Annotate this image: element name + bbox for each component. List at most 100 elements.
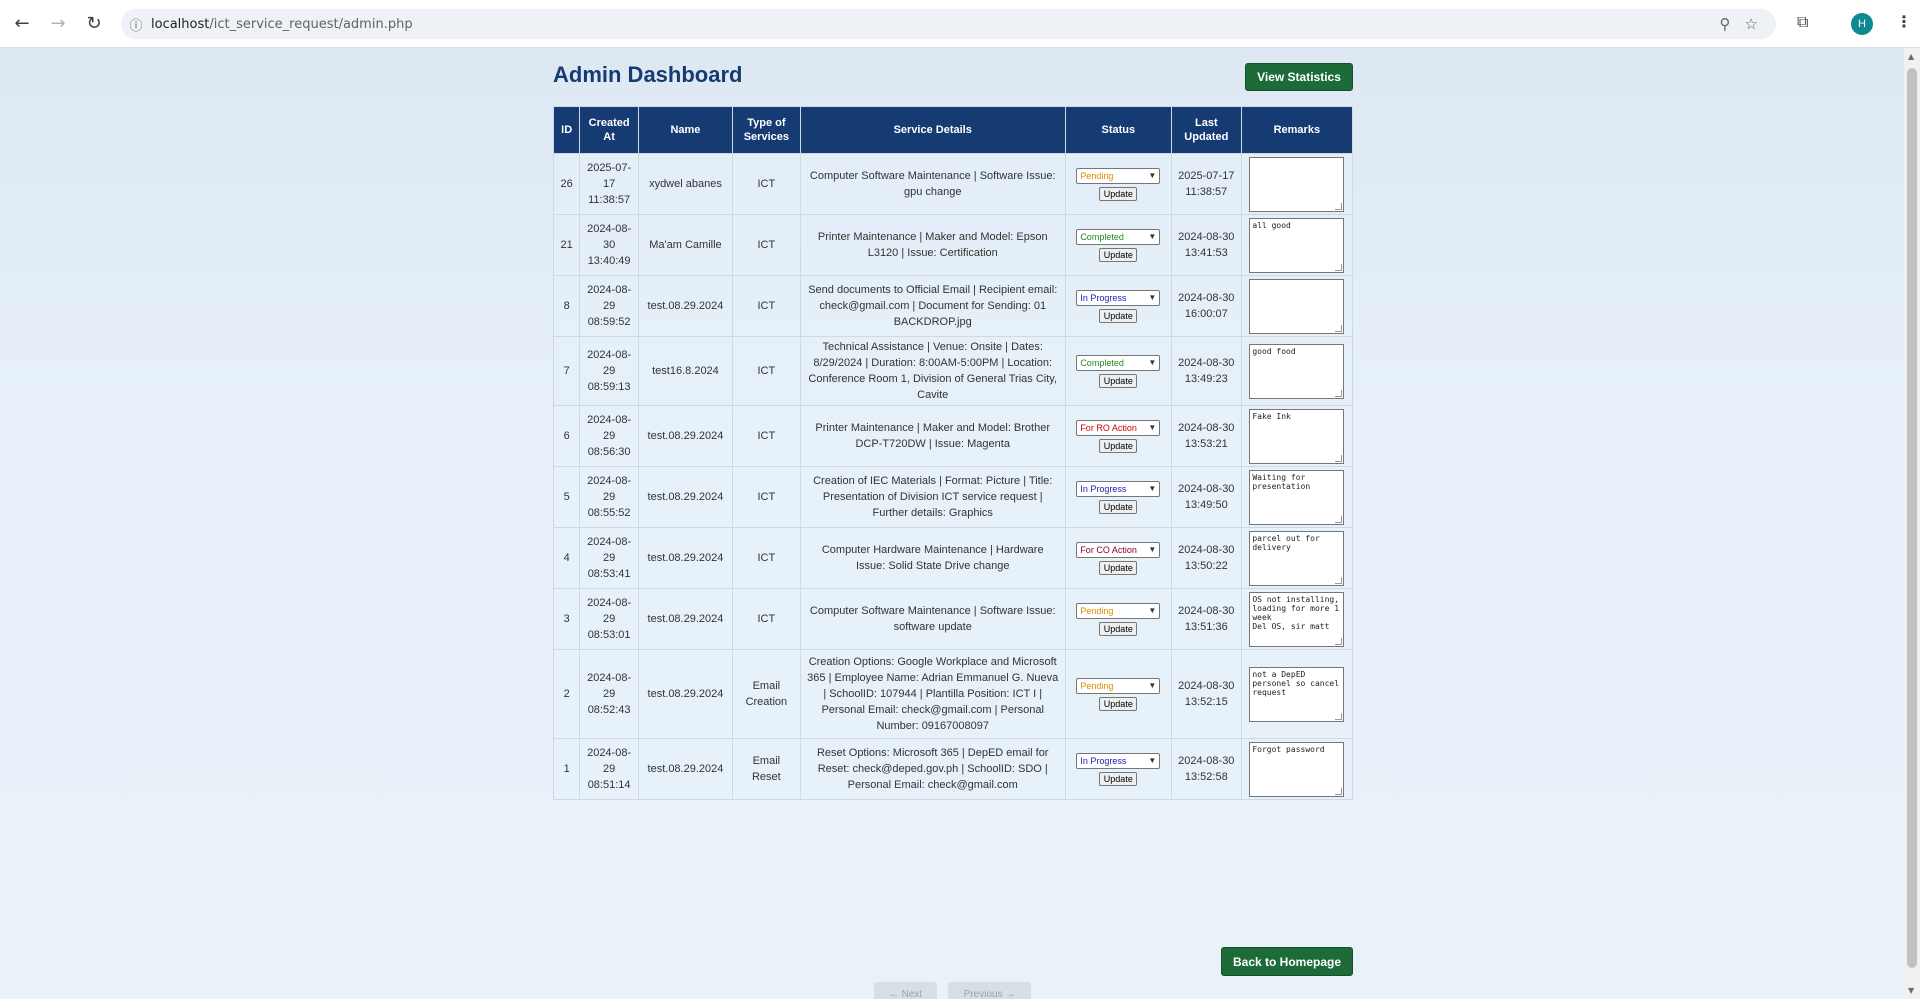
browser-toolbar: ← → ↻ ⓘ localhost/ict_service_request/ad… [0, 0, 1920, 48]
status-select[interactable]: Pending ▼ [1076, 167, 1161, 184]
scroll-down-icon[interactable]: ▼ [1908, 986, 1914, 995]
cell-status: Pending ▼ Update [1064, 588, 1172, 650]
cell-service-details: Send documents to Official Email | Recip… [799, 275, 1066, 337]
cell-status: For RO Action ▼ Update [1064, 405, 1172, 467]
address-bar[interactable]: ⓘ localhost/ict_service_request/admin.ph… [121, 9, 1776, 39]
cell-status: In Progress ▼ Update [1064, 275, 1172, 337]
header-service-details: Service Details [799, 106, 1066, 154]
remarks-textarea[interactable]: Fake Ink [1249, 408, 1345, 464]
remarks-textarea[interactable]: parcel out for delivery [1249, 530, 1345, 586]
status-select[interactable]: For RO Action ▼ [1076, 419, 1161, 436]
update-button[interactable]: Update [1099, 771, 1138, 786]
cell-id: 1 [552, 738, 581, 800]
forward-arrow-icon[interactable]: → [44, 10, 72, 38]
extensions-icon[interactable]: ⧉ [1797, 12, 1808, 32]
cell-service-details: Computer Hardware Maintenance | Hardware… [799, 527, 1066, 589]
table-row: 7 2024-08-29 08:59:13 test16.8.2024 ICT Tech… [552, 336, 1354, 406]
status-select[interactable]: Pending ▼ [1076, 602, 1161, 619]
cell-created-at: 2024-08-29 08:59:52 [579, 275, 639, 337]
status-select[interactable]: Completed ▼ [1076, 354, 1161, 371]
reload-icon[interactable]: ↻ [80, 10, 108, 38]
previous-page-button[interactable]: Previous → [948, 982, 1031, 999]
table-row: 1 2024-08-29 08:51:14 test.08.29.2024 Email… [552, 738, 1354, 800]
status-select[interactable]: Pending ▼ [1076, 677, 1161, 694]
remarks-textarea[interactable]: OS not installing, loading for more 1 we… [1249, 591, 1345, 647]
cell-id: 4 [552, 527, 581, 589]
cell-id: 7 [552, 336, 581, 406]
update-button[interactable]: Update [1099, 499, 1138, 514]
cell-created-at: 2024-08-29 08:53:41 [579, 527, 639, 589]
header-type: Type of Services [731, 106, 801, 154]
remarks-textarea[interactable]: good food [1249, 343, 1345, 399]
status-value: Completed [1080, 357, 1124, 368]
view-statistics-button[interactable]: View Statistics [1245, 63, 1353, 91]
update-button[interactable]: Update [1099, 560, 1138, 575]
update-button[interactable]: Update [1099, 438, 1138, 453]
requests-table: ID Created At Name Type of Services Serv… [552, 106, 1354, 800]
bookmark-star-icon[interactable]: ☆ [1745, 15, 1758, 33]
table-row: 3 2024-08-29 08:53:01 test.08.29.2024 ICT Co… [552, 588, 1354, 650]
table-row: 4 2024-08-29 08:53:41 test.08.29.2024 ICT Co… [552, 527, 1354, 589]
cell-name: test.08.29.2024 [637, 527, 733, 589]
back-to-homepage-button[interactable]: Back to Homepage [1221, 947, 1353, 976]
cell-name: test16.8.2024 [637, 336, 733, 406]
cell-type: Email Reset [731, 738, 801, 800]
cell-remarks: not a DepED personel so cancel request [1240, 649, 1354, 739]
status-select[interactable]: In Progress ▼ [1076, 752, 1161, 769]
cell-service-details: Technical Assistance | Venue: Onsite | D… [799, 336, 1066, 406]
remarks-textarea[interactable]: all good [1249, 217, 1345, 273]
cell-name: test.08.29.2024 [637, 588, 733, 650]
cell-last-updated: 2025-07-17 11:38:57 [1170, 153, 1242, 215]
update-button[interactable]: Update [1099, 696, 1138, 711]
status-value: Pending [1080, 680, 1114, 691]
status-value: In Progress [1080, 292, 1127, 303]
cell-created-at: 2024-08-29 08:55:52 [579, 466, 639, 528]
status-select[interactable]: For CO Action ▼ [1076, 541, 1161, 558]
update-button[interactable]: Update [1099, 373, 1138, 388]
cell-service-details: Reset Options: Microsoft 365 | DepED ema… [799, 738, 1066, 800]
avatar[interactable]: H [1851, 13, 1873, 35]
cell-type: ICT [731, 405, 801, 467]
cell-id: 8 [552, 275, 581, 337]
status-select[interactable]: In Progress ▼ [1076, 289, 1161, 306]
status-select[interactable]: In Progress ▼ [1076, 480, 1161, 497]
remarks-textarea[interactable]: Waiting for presentation [1249, 469, 1345, 525]
status-select[interactable]: Completed ▼ [1076, 228, 1161, 245]
scrollbar-thumb[interactable] [1907, 68, 1917, 968]
status-value: Pending [1080, 605, 1114, 616]
header-name: Name [637, 106, 733, 154]
chevron-down-icon: ▼ [1148, 605, 1157, 615]
update-button[interactable]: Update [1099, 621, 1138, 636]
cell-service-details: Printer Maintenance | Maker and Model: B… [799, 405, 1066, 467]
cell-type: ICT [731, 214, 801, 276]
page-scrollbar[interactable]: ▲ ▼ [1904, 48, 1920, 999]
page-title: Admin Dashboard [553, 62, 743, 87]
update-button[interactable]: Update [1099, 247, 1138, 262]
cell-last-updated: 2024-08-30 13:49:23 [1170, 336, 1242, 406]
table-row: 6 2024-08-29 08:56:30 test.08.29.2024 ICT Pr… [552, 405, 1354, 467]
remarks-textarea[interactable]: Forgot password [1249, 741, 1345, 797]
status-value: In Progress [1080, 755, 1127, 766]
remarks-textarea[interactable] [1249, 156, 1345, 212]
cell-last-updated: 2024-08-30 13:51:36 [1170, 588, 1242, 650]
scroll-up-icon[interactable]: ▲ [1908, 52, 1914, 61]
table-row: 8 2024-08-29 08:59:52 test.08.29.2024 ICT Se… [552, 275, 1354, 337]
remarks-textarea[interactable]: not a DepED personel so cancel request [1249, 666, 1345, 722]
cell-type: ICT [731, 275, 801, 337]
next-page-button[interactable]: ← Next [874, 982, 937, 999]
kebab-menu-icon[interactable]: ⋮ [1896, 12, 1912, 31]
zoom-icon[interactable]: ⚲ [1720, 15, 1731, 33]
url-text: localhost/ict_service_request/admin.php [151, 16, 413, 32]
cell-name: test.08.29.2024 [637, 275, 733, 337]
remarks-textarea[interactable] [1249, 278, 1345, 334]
cell-status: For CO Action ▼ Update [1064, 527, 1172, 589]
cell-created-at: 2024-08-29 08:51:14 [579, 738, 639, 800]
cell-name: xydwel abanes [637, 153, 733, 215]
back-arrow-icon[interactable]: ← [8, 10, 36, 38]
chevron-down-icon: ▼ [1148, 755, 1157, 765]
table-header-row: ID Created At Name Type of Services Serv… [552, 106, 1354, 154]
update-button[interactable]: Update [1099, 308, 1138, 323]
site-info-icon[interactable]: ⓘ [121, 15, 151, 34]
table-row: 21 2024-08-30 13:40:49 Ma'am Camille ICT Pri… [552, 214, 1354, 276]
update-button[interactable]: Update [1099, 186, 1138, 201]
